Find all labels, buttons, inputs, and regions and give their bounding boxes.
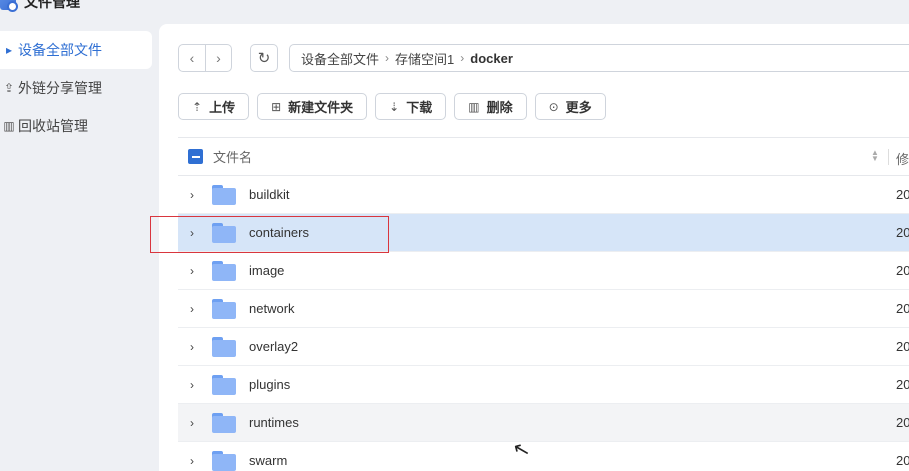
column-header-modified[interactable]: 修 <box>896 149 909 168</box>
sidebar-item-all-files[interactable]: ▸ 设备全部文件 <box>0 31 152 69</box>
toolbar: ⇡ 上传 ⊞ 新建文件夹 ⇣ 下载 ▥ 删除 ⊙ 更多 <box>178 93 606 120</box>
folder-icon <box>212 260 236 281</box>
refresh-icon: ↻ <box>257 50 271 67</box>
forward-button[interactable]: › <box>205 45 231 71</box>
breadcrumb[interactable]: 设备全部文件 › 存储空间1 › docker <box>289 44 909 72</box>
sidebar-item-label: 设备全部文件 <box>18 42 102 58</box>
download-label: 下载 <box>406 100 433 115</box>
file-name: buildkit <box>249 187 290 202</box>
trash-icon: ▥ <box>468 99 480 114</box>
folder-icon <box>212 450 236 471</box>
app-title: 文件管理 <box>0 0 80 12</box>
trash-icon: ▥ <box>3 119 15 133</box>
breadcrumb-item[interactable]: 设备全部文件 <box>301 49 379 68</box>
chevron-right-icon[interactable]: › <box>190 378 204 392</box>
more-icon: ⊙ <box>548 99 559 114</box>
new-folder-icon: ⊞ <box>271 99 282 114</box>
table-row[interactable]: › runtimes 20 <box>178 404 909 442</box>
file-modified: 20 <box>896 377 909 392</box>
more-button[interactable]: ⊙ 更多 <box>534 93 606 120</box>
file-modified: 20 <box>896 415 909 430</box>
new-folder-label: 新建文件夹 <box>288 100 354 115</box>
sidebar-item-recycle-bin[interactable]: ▥ 回收站管理 <box>0 107 152 145</box>
file-modified: 20 <box>896 263 909 278</box>
app-title-label: 文件管理 <box>24 0 80 10</box>
table-row[interactable]: › network 20 <box>178 290 909 328</box>
sidebar-item-label: 回收站管理 <box>18 118 88 134</box>
folder-icon <box>212 374 236 395</box>
folder-icon <box>212 298 236 319</box>
sidebar-item-share-links[interactable]: ⇪ 外链分享管理 <box>0 69 152 107</box>
chevron-right-icon[interactable]: › <box>190 416 204 430</box>
table-row[interactable]: › plugins 20 <box>178 366 909 404</box>
history-nav: ‹ › <box>178 44 232 72</box>
back-button[interactable]: ‹ <box>179 45 205 71</box>
refresh-button[interactable]: ↻ <box>250 44 278 72</box>
column-header-name[interactable]: 文件名 <box>213 147 252 166</box>
share-icon: ⇪ <box>3 81 15 95</box>
folder-icon <box>212 412 236 433</box>
table-header: 文件名 ▲ ▼ 修 <box>178 138 909 176</box>
file-modified: 20 <box>896 187 909 202</box>
chevron-left-icon: ‹ <box>189 50 195 66</box>
more-label: 更多 <box>565 100 592 115</box>
highlight-box <box>150 216 389 253</box>
delete-label: 删除 <box>486 100 513 115</box>
chevron-right-icon[interactable]: › <box>190 454 204 468</box>
chevron-right-icon[interactable]: › <box>190 340 204 354</box>
chevron-right-icon[interactable]: › <box>190 302 204 316</box>
file-name: plugins <box>249 377 291 392</box>
breadcrumb-separator: › <box>460 51 465 65</box>
chevron-right-icon: › <box>216 50 221 66</box>
file-modified: 20 <box>896 453 909 468</box>
download-icon: ⇣ <box>389 99 400 114</box>
file-manager-icon <box>0 0 18 12</box>
caret-right-icon: ▸ <box>5 43 13 57</box>
upload-button[interactable]: ⇡ 上传 <box>178 93 250 120</box>
table-row[interactable]: › swarm 20 <box>178 442 909 471</box>
file-name: image <box>249 263 285 278</box>
chevron-right-icon[interactable]: › <box>190 188 204 202</box>
sort-icon[interactable]: ▲ ▼ <box>871 149 879 163</box>
new-folder-button[interactable]: ⊞ 新建文件夹 <box>257 93 368 120</box>
breadcrumb-current: docker <box>470 50 513 66</box>
file-modified: 20 <box>896 225 909 240</box>
upload-icon: ⇡ <box>192 99 203 114</box>
breadcrumb-item[interactable]: 存储空间1 <box>395 49 454 68</box>
download-button[interactable]: ⇣ 下载 <box>375 93 447 120</box>
select-all-checkbox[interactable] <box>188 149 203 164</box>
file-name: runtimes <box>249 415 299 430</box>
folder-icon <box>212 336 236 357</box>
folder-icon <box>212 184 236 205</box>
file-name: network <box>249 301 295 316</box>
file-name: swarm <box>249 453 288 468</box>
table-row[interactable]: › buildkit 20 <box>178 176 909 214</box>
delete-button[interactable]: ▥ 删除 <box>454 93 527 120</box>
breadcrumb-separator: › <box>385 51 390 65</box>
file-name: overlay2 <box>249 339 299 354</box>
sidebar-item-label: 外链分享管理 <box>18 80 102 96</box>
upload-label: 上传 <box>209 100 236 115</box>
column-resize-handle[interactable] <box>888 149 889 165</box>
nav-button-group: ‹ › <box>178 44 232 72</box>
chevron-right-icon[interactable]: › <box>190 264 204 278</box>
file-modified: 20 <box>896 339 909 354</box>
file-modified: 20 <box>896 301 909 316</box>
sidebar: ▸ 设备全部文件 ⇪ 外链分享管理 ▥ 回收站管理 <box>0 31 152 145</box>
table-row[interactable]: › overlay2 20 <box>178 328 909 366</box>
table-row[interactable]: › image 20 <box>178 252 909 290</box>
